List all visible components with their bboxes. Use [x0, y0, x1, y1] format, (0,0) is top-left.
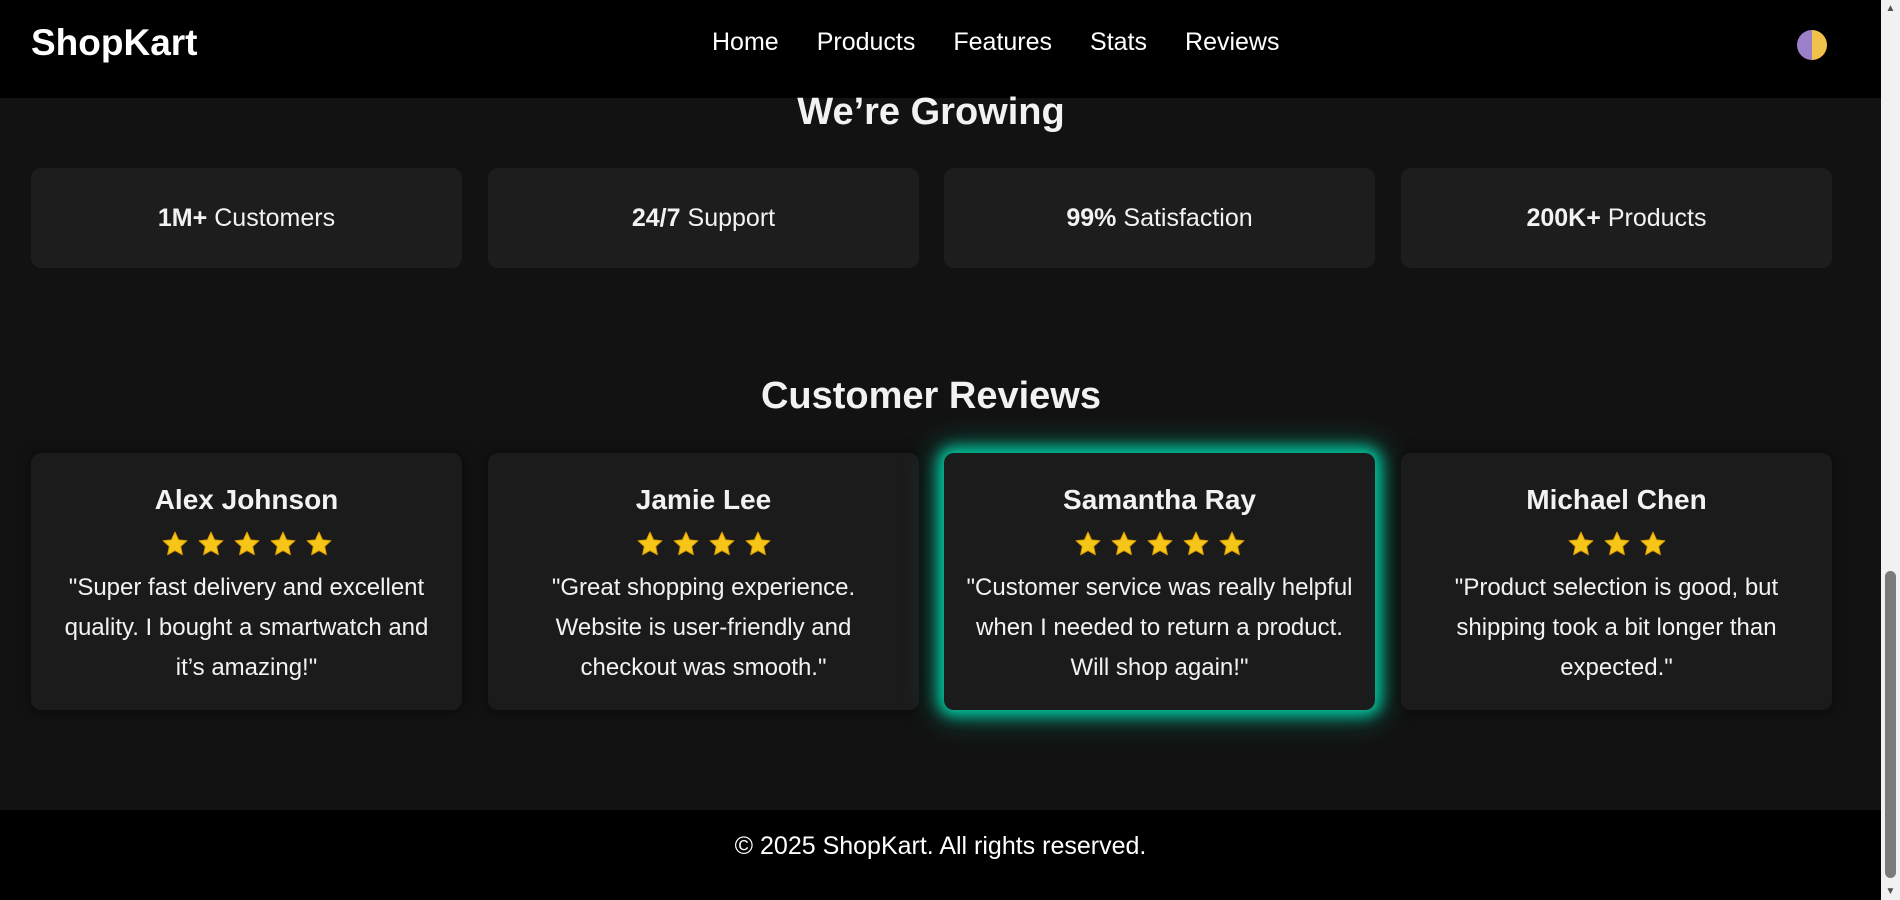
- review-card-highlighted: Samantha Ray "Customer service was reall…: [944, 453, 1375, 710]
- nav-link-home[interactable]: Home: [712, 28, 779, 57]
- reviewer-name: Michael Chen: [1526, 484, 1707, 515]
- stat-value: 1M+: [157, 203, 208, 232]
- stat-label: Satisfaction: [1123, 203, 1253, 232]
- star-icon: [1219, 531, 1244, 556]
- reviewer-name: Samantha Ray: [1063, 484, 1256, 515]
- star-rating: [31, 530, 462, 560]
- stat-card: 24/7 Support: [488, 168, 919, 268]
- reviewer-name: Alex Johnson: [154, 484, 339, 515]
- stat-card: 200K+ Products: [1401, 168, 1832, 268]
- star-icon: [162, 531, 187, 556]
- star-icon: [306, 531, 331, 556]
- star-icon: [1075, 531, 1100, 556]
- star-icon: [1111, 531, 1136, 556]
- stat-label: Support: [687, 203, 776, 232]
- star-rating: [488, 530, 919, 560]
- star-icon: [1147, 531, 1172, 556]
- stat-value: 24/7: [631, 203, 681, 232]
- star-icon: [1640, 531, 1665, 556]
- copyright-text: © 2025 ShopKart. All rights reserved.: [734, 831, 1147, 860]
- review-card: Michael Chen "Product selection is good,…: [1401, 453, 1832, 710]
- footer: © 2025 ShopKart. All rights reserved.: [0, 810, 1881, 900]
- scrollbar-thumb[interactable]: [1885, 571, 1896, 878]
- nav-link-reviews[interactable]: Reviews: [1185, 28, 1279, 57]
- star-icon: [745, 531, 770, 556]
- page: ShopKart Home Products Features Stats Re…: [0, 0, 1881, 900]
- review-text: "Product selection is good, but shipping…: [1454, 574, 1779, 681]
- reviews-title: Customer Reviews: [760, 375, 1101, 417]
- stat-card: 1M+ Customers: [31, 168, 462, 268]
- star-icon: [1568, 531, 1593, 556]
- star-rating: [944, 530, 1375, 560]
- stat-card: 99% Satisfaction: [944, 168, 1375, 268]
- star-icon: [637, 531, 662, 556]
- star-icon: [1604, 531, 1629, 556]
- stats-title: We’re Growing: [797, 91, 1065, 133]
- star-icon: [198, 531, 223, 556]
- stat-value: 200K+: [1526, 203, 1601, 232]
- nav-link-products[interactable]: Products: [817, 28, 916, 57]
- navbar: ShopKart Home Products Features Stats Re…: [0, 0, 1881, 98]
- review-text: "Super fast delivery and excellent quali…: [64, 574, 429, 681]
- review-text: "Great shopping experience. Website is u…: [551, 574, 856, 681]
- reviewer-name: Jamie Lee: [635, 484, 772, 515]
- main-nav: Home Products Features Stats Reviews: [712, 28, 1280, 57]
- scroll-up-arrow-icon[interactable]: ▲: [1881, 0, 1900, 17]
- star-icon: [1183, 531, 1208, 556]
- review-card: Jamie Lee "Great shopping experience. We…: [488, 453, 919, 710]
- star-icon: [234, 531, 259, 556]
- star-rating: [1401, 530, 1832, 560]
- stat-label: Products: [1607, 203, 1707, 232]
- stat-label: Customers: [214, 203, 336, 232]
- scroll-down-arrow-icon[interactable]: ▼: [1881, 883, 1900, 900]
- theme-toggle-icon[interactable]: [1797, 30, 1827, 60]
- star-icon: [709, 531, 734, 556]
- site-logo[interactable]: ShopKart: [31, 22, 198, 64]
- star-icon: [673, 531, 698, 556]
- stat-value: 99%: [1066, 203, 1117, 232]
- review-card: Alex Johnson "Super fast delivery and ex…: [31, 453, 462, 710]
- nav-link-stats[interactable]: Stats: [1090, 28, 1147, 57]
- star-icon: [270, 531, 295, 556]
- vertical-scrollbar[interactable]: ▲ ▼: [1881, 0, 1900, 900]
- nav-link-features[interactable]: Features: [953, 28, 1052, 57]
- review-text: "Customer service was really helpful whe…: [966, 574, 1353, 681]
